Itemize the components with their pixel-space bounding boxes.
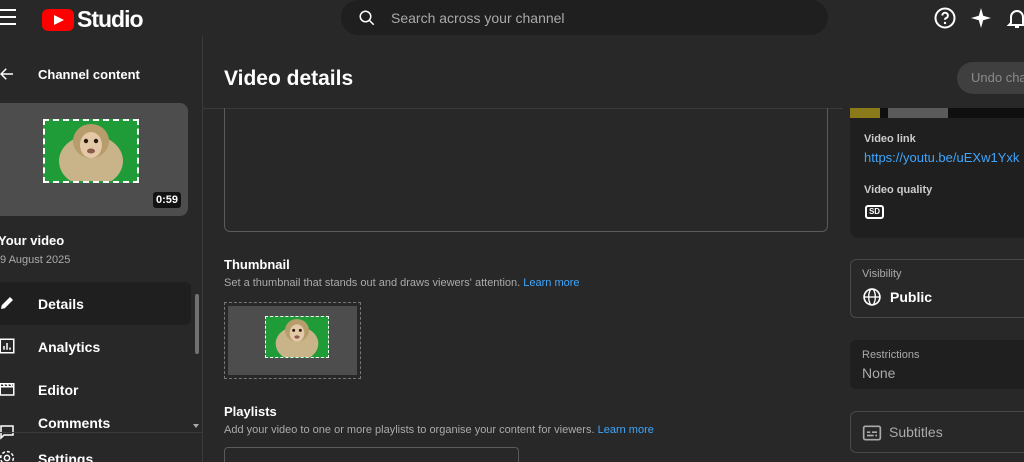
page-title: Video details — [224, 67, 354, 90]
monkey-image — [59, 124, 123, 181]
sidebar-scrollbar[interactable] — [195, 294, 199, 354]
menu-icon[interactable] — [0, 9, 18, 27]
help-icon[interactable] — [933, 6, 957, 30]
visibility-select[interactable]: Visibility Public — [850, 259, 1024, 318]
preview-buffer — [888, 108, 948, 118]
video-link-label: Video link — [864, 133, 916, 145]
visibility-label: Visibility — [862, 268, 902, 280]
subtitles-field[interactable]: Subtitles — [850, 411, 1024, 453]
video-thumbnail — [43, 119, 139, 183]
sidebar-item-details[interactable]: Details — [0, 282, 191, 325]
preview-progress — [850, 108, 880, 118]
studio-logo[interactable]: Studio — [42, 6, 144, 33]
back-arrow-icon[interactable] — [0, 65, 16, 83]
thumbnail-slot[interactable] — [224, 302, 361, 379]
sparkle-icon[interactable] — [969, 6, 993, 30]
sd-quality-icon: SD — [865, 205, 884, 219]
thumbnail-description: Set a thumbnail that stands out and draw… — [224, 277, 580, 289]
search-icon[interactable] — [358, 9, 376, 27]
video-duration: 0:59 — [153, 192, 182, 208]
sidebar-item-analytics[interactable]: Analytics — [0, 325, 191, 368]
sidebar-item-label: Comments — [38, 415, 111, 431]
description-textarea[interactable] — [224, 108, 828, 232]
video-title: Your video — [0, 233, 65, 248]
sidebar-item-comments[interactable]: Comments — [0, 411, 191, 441]
scroll-down-arrow-icon[interactable] — [193, 424, 199, 428]
editor-icon — [0, 383, 15, 396]
subtitles-label: Subtitles — [889, 424, 943, 440]
restrictions-field[interactable]: Restrictions None — [850, 340, 1024, 389]
channel-content-link[interactable]: Channel content — [38, 67, 140, 82]
playlists-description: Add your video to one or more playlists … — [224, 424, 654, 436]
thumbnail-description-text: Set a thumbnail that stands out and draw… — [224, 277, 521, 289]
visibility-value: Public — [890, 289, 933, 305]
video-link[interactable]: https://youtu.be/uEXw1Yxk — [864, 150, 1019, 165]
notifications-bell-icon[interactable] — [1005, 6, 1024, 30]
monkey-image — [275, 319, 319, 357]
subtitles-icon — [862, 425, 882, 441]
sidebar: Channel content 0:59 Your video 9 August… — [0, 36, 203, 462]
video-preview-card[interactable]: 0:59 — [0, 103, 188, 216]
analytics-icon — [0, 338, 15, 354]
playlists-description-text: Add your video to one or more playlists … — [224, 424, 595, 436]
sidebar-item-settings[interactable]: Settings — [0, 446, 200, 462]
sidebar-item-label: Analytics — [38, 338, 101, 355]
sidebar-divider — [0, 432, 203, 433]
globe-icon — [863, 288, 881, 306]
restrictions-value: None — [862, 365, 896, 381]
logo-text: Studio — [77, 6, 144, 32]
top-bar: Studio — [0, 0, 1024, 36]
youtube-logo-icon — [42, 8, 74, 31]
playlist-select[interactable] — [224, 447, 519, 462]
restrictions-label: Restrictions — [862, 349, 920, 361]
settings-label: Settings — [38, 451, 94, 462]
current-thumbnail — [265, 316, 329, 358]
video-preview-strip[interactable] — [850, 108, 1024, 118]
pencil-icon — [1, 297, 13, 309]
gear-icon — [0, 450, 15, 462]
playlists-heading: Playlists — [224, 404, 277, 419]
sidebar-item-editor[interactable]: Editor — [0, 368, 191, 411]
video-date: 9 August 2025 — [0, 254, 71, 266]
video-quality-label: Video quality — [864, 184, 933, 196]
thumbnail-slot-inner — [228, 306, 357, 375]
sidebar-nav: Details Analytics Editor Comments — [0, 282, 203, 441]
search-input[interactable] — [391, 7, 811, 29]
playlists-learn-more-link[interactable]: Learn more — [598, 424, 654, 436]
sidebar-item-label: Details — [38, 295, 84, 312]
search-bar[interactable] — [341, 0, 828, 35]
undo-changes-button[interactable]: Undo changes — [957, 62, 1024, 94]
sidebar-item-label: Editor — [38, 381, 79, 398]
thumbnail-learn-more-link[interactable]: Learn more — [523, 277, 579, 289]
thumbnail-heading: Thumbnail — [224, 257, 290, 272]
